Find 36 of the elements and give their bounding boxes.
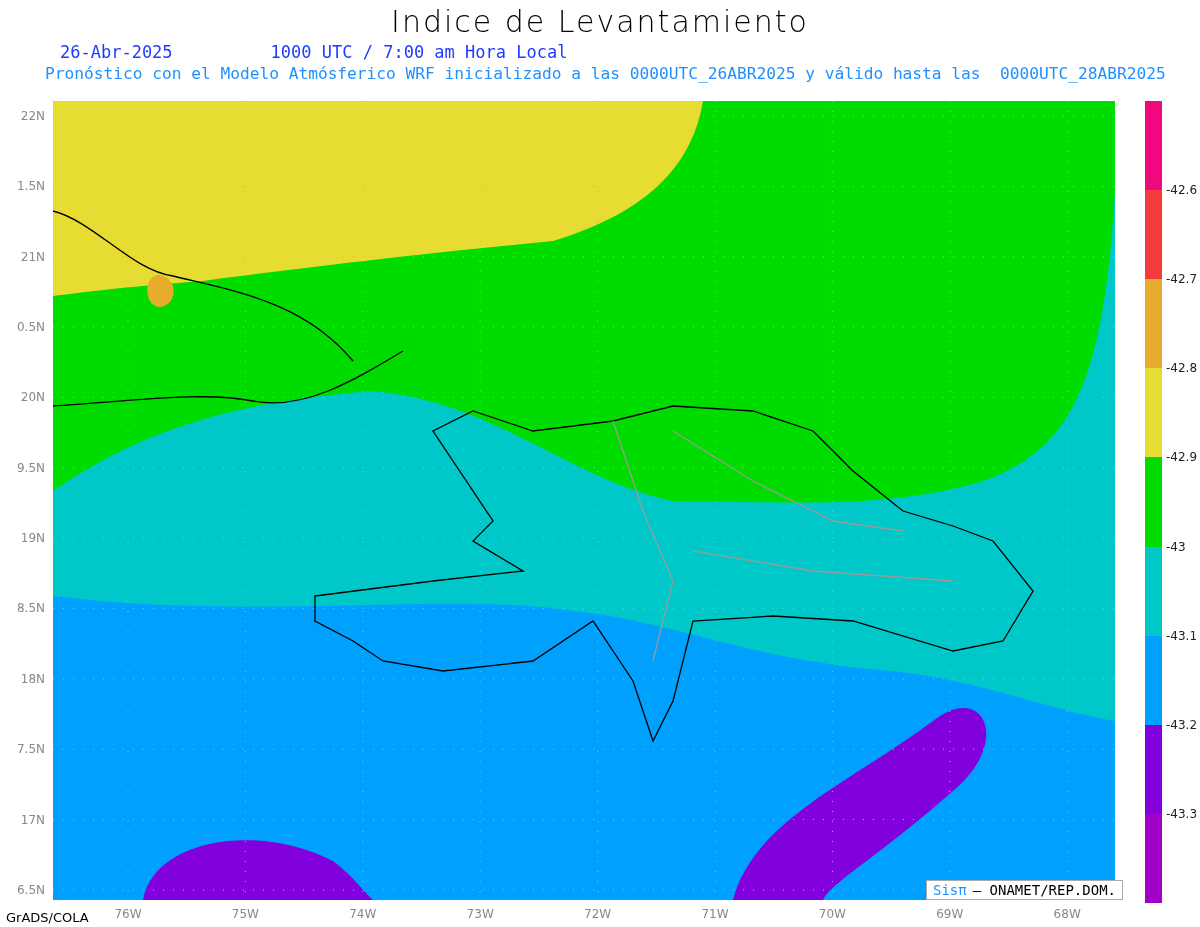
latitude-label: 21N [20, 249, 45, 264]
forecast-subtitle: Pronóstico con el Modelo Atmósferico WRF inicializado a las 0000UTC_26ABR2025 y válido hasta las 0000UTC_28ABR2025 [45, 64, 1167, 83]
latitude-label: 18N [20, 671, 45, 686]
longitude-label: 72W [584, 907, 612, 921]
colorbar-label: -42.9 [1166, 450, 1198, 465]
longitude-label: 73W [466, 907, 494, 921]
longitude-label: 71W [701, 907, 729, 921]
credit-text: – ONAMET/REP.DOM. [972, 882, 1116, 898]
latitude-label: 17N [20, 812, 45, 827]
latitude-label: 1.5N [16, 179, 45, 194]
colorbar-label: -42.8 [1166, 361, 1198, 376]
longitude-label: 75W [231, 907, 259, 921]
colorbar-label: -43.3 [1166, 806, 1198, 821]
colorbar-label: -42.7 [1166, 272, 1198, 287]
colorbar-label: -43 [1166, 539, 1186, 554]
longitude-label: 76W [114, 907, 142, 921]
colorbar-label: -43.1 [1166, 628, 1198, 643]
chart-title: Indice de Levantamiento [390, 3, 810, 39]
latitude-label: 22N [20, 109, 45, 123]
latitude-label: 0.5N [16, 320, 45, 335]
longitude-label: 70W [818, 907, 846, 921]
colorbar-label: -43.2 [1166, 717, 1198, 732]
forecast-time: 1000 UTC / 7:00 am Hora Local [270, 42, 568, 64]
latitude-label: 20N [20, 390, 45, 405]
longitude-label: 68W [1053, 907, 1081, 921]
latitude-label: 7.5N [16, 742, 45, 757]
longitude-label: 69W [936, 907, 964, 921]
latitude-label: 9.5N [16, 460, 45, 475]
software-credit: GrADS/COLA [6, 910, 89, 925]
forecast-date: 26-Abr-2025 [60, 42, 173, 64]
brand-logo: Sisπ [933, 882, 967, 898]
longitude-label: 74W [349, 907, 377, 921]
latitude-label: 19N [20, 531, 45, 546]
colorbar-label: -42.6 [1166, 183, 1198, 198]
latitude-label: 8.5N [16, 601, 45, 616]
latitude-label: 6.5N [16, 882, 45, 897]
